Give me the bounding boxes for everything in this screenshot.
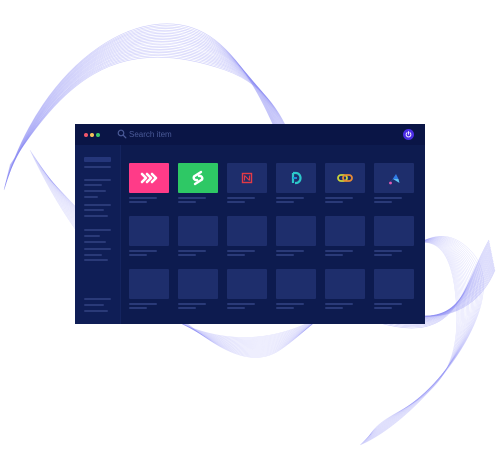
title-bar <box>75 124 425 145</box>
chain-icon <box>337 174 353 182</box>
placeholder-tile[interactable] <box>129 269 169 299</box>
tile-caption <box>129 250 157 252</box>
placeholder-tile[interactable] <box>227 216 267 246</box>
placeholder-tile[interactable] <box>178 269 218 299</box>
app-tile-pink-chevrons[interactable] <box>129 163 169 193</box>
sidebar-item[interactable] <box>84 259 108 261</box>
placeholder-tile[interactable] <box>276 269 316 299</box>
placeholder-tile[interactable] <box>276 216 316 246</box>
sidebar-item[interactable] <box>84 190 106 192</box>
placeholder-tile[interactable] <box>178 216 218 246</box>
tile-caption <box>374 307 392 309</box>
power-button[interactable] <box>403 129 414 140</box>
sidebar-footer-item[interactable] <box>84 304 104 306</box>
app-window <box>75 124 425 324</box>
tile-caption <box>178 201 196 203</box>
sidebar-item[interactable] <box>84 235 100 237</box>
tile-caption <box>129 201 147 203</box>
search-icon <box>117 129 127 139</box>
search-input[interactable] <box>129 128 289 141</box>
link-s-icon <box>192 170 204 186</box>
placeholder-tile[interactable] <box>325 269 365 299</box>
blue-arrow-icon <box>389 174 400 185</box>
tile-caption <box>276 307 294 309</box>
placeholder-tile[interactable] <box>227 269 267 299</box>
tile-caption <box>374 250 402 252</box>
sidebar-footer-item[interactable] <box>84 310 108 312</box>
sidebar-item[interactable] <box>84 166 111 168</box>
tile-caption <box>374 303 402 305</box>
app-tile-green-link[interactable] <box>178 163 218 193</box>
sidebar-item[interactable] <box>84 184 102 186</box>
tile-caption <box>374 201 392 203</box>
app-tile-blue-arrow[interactable] <box>374 163 414 193</box>
sidebar-heading <box>84 157 111 162</box>
placeholder-tile[interactable] <box>374 269 414 299</box>
app-tile-teal-d[interactable] <box>276 163 316 193</box>
tile-caption <box>129 307 147 309</box>
triple-chevron-icon <box>140 172 158 184</box>
tile-caption <box>325 201 343 203</box>
tile-caption <box>325 254 343 256</box>
tile-caption <box>325 250 353 252</box>
teal-d-icon <box>291 171 302 185</box>
tile-caption <box>325 197 353 199</box>
sidebar-item[interactable] <box>84 241 106 243</box>
tile-caption <box>227 250 255 252</box>
close-dot[interactable] <box>84 133 88 137</box>
red-frame-icon <box>241 172 253 184</box>
sidebar-item[interactable] <box>84 196 98 198</box>
tile-caption <box>178 307 196 309</box>
app-tile-red-frame[interactable] <box>227 163 267 193</box>
tile-caption <box>129 197 157 199</box>
tile-caption <box>325 307 343 309</box>
sidebar-item[interactable] <box>84 254 102 256</box>
tile-caption <box>129 303 157 305</box>
placeholder-tile[interactable] <box>325 216 365 246</box>
tile-caption <box>227 307 245 309</box>
tile-caption <box>276 254 294 256</box>
sidebar-item[interactable] <box>84 248 111 250</box>
tile-caption <box>178 250 206 252</box>
tile-caption <box>276 303 304 305</box>
tile-caption <box>374 197 402 199</box>
minimize-dot[interactable] <box>90 133 94 137</box>
sidebar-item[interactable] <box>84 229 111 231</box>
sidebar-footer-item[interactable] <box>84 298 111 300</box>
sidebar-item[interactable] <box>84 209 104 211</box>
tile-caption <box>178 303 206 305</box>
app-tile-chain[interactable] <box>325 163 365 193</box>
tile-caption <box>374 254 392 256</box>
placeholder-tile[interactable] <box>374 216 414 246</box>
sidebar-item[interactable] <box>84 215 108 217</box>
tile-caption <box>227 254 245 256</box>
sidebar-item[interactable] <box>84 204 111 206</box>
tile-caption <box>227 303 255 305</box>
tile-caption <box>276 197 304 199</box>
tile-caption <box>227 201 245 203</box>
sidebar <box>75 145 121 324</box>
tile-caption <box>325 303 353 305</box>
tile-caption <box>276 250 304 252</box>
tile-caption <box>178 197 206 199</box>
maximize-dot[interactable] <box>96 133 100 137</box>
tile-caption <box>276 201 294 203</box>
tile-caption <box>178 254 196 256</box>
power-icon <box>405 131 412 138</box>
tile-caption <box>129 254 147 256</box>
sidebar-item[interactable] <box>84 179 111 181</box>
placeholder-tile[interactable] <box>129 216 169 246</box>
tile-caption <box>227 197 255 199</box>
